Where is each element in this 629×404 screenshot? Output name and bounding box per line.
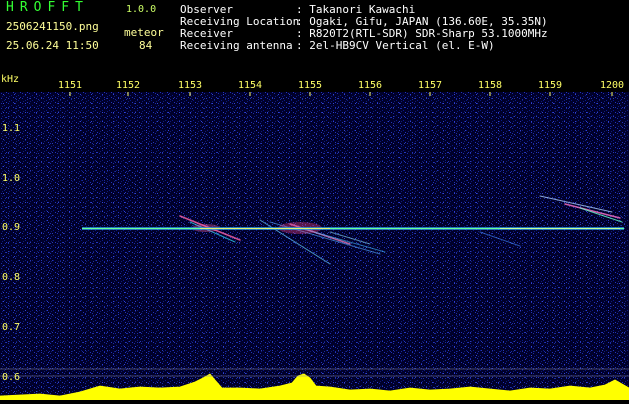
khz-unit-label: kHz — [1, 74, 20, 85]
freq-tick: 1153 — [177, 80, 203, 91]
freq-tick: 1157 — [417, 80, 443, 91]
waterfall-plot: 1.1 1.0 0.9 0.8 0.7 0.6 — [0, 92, 629, 401]
file-name: 2506241150.png — [6, 20, 99, 33]
freq-tick: 1152 — [115, 80, 141, 91]
time-tick: 0.6 — [2, 372, 21, 383]
time-tick: 1.0 — [2, 173, 21, 184]
freq-tick: 1200 — [599, 80, 625, 91]
app-version: 1.0.0 — [126, 4, 157, 15]
freq-tick: 1151 — [57, 80, 83, 91]
freq-tick: 1156 — [357, 80, 383, 91]
freq-tick: 1158 — [477, 80, 503, 91]
frequency-axis: 1151 1152 1153 1154 1155 1156 1157 1158 … — [0, 74, 629, 94]
time-tick: 0.8 — [2, 272, 21, 283]
freq-tick: 1159 — [537, 80, 563, 91]
freq-tick: 1154 — [237, 80, 263, 91]
meteor-label: meteor — [124, 26, 164, 39]
carrier-line — [82, 227, 624, 230]
time-tick: 0.7 — [2, 322, 21, 333]
noise-field-overlay — [0, 92, 629, 400]
antenna-value: : 2el-HB9CV Vertical (el. E-W) — [296, 39, 495, 52]
header-panel: HROFFT 1.0.0 2506241150.png meteor 25.06… — [0, 0, 629, 74]
meteor-count: 84 — [139, 39, 153, 52]
antenna-label: Receiving antenna — [180, 39, 293, 52]
freq-tick: 1155 — [297, 80, 323, 91]
waterfall-svg — [0, 92, 629, 401]
time-tick: 0.9 — [2, 222, 21, 233]
timestamp: 25.06.24 11:50 — [6, 39, 99, 52]
time-tick: 1.1 — [2, 123, 21, 134]
app-title: HROFFT — [6, 0, 89, 15]
